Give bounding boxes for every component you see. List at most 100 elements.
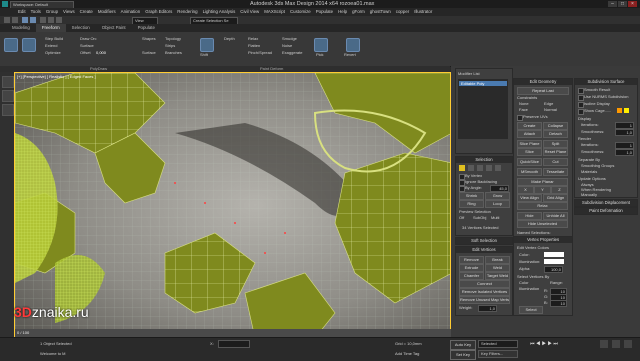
ribbon-optimize[interactable]: Optimize [45, 50, 61, 55]
menu-item[interactable]: Animation [121, 8, 141, 16]
menu-item[interactable]: Modifiers [98, 8, 116, 16]
move-icon[interactable] [40, 17, 46, 23]
rotate-icon[interactable] [48, 17, 54, 23]
shift-icon[interactable] [200, 38, 214, 52]
edit-geometry-header[interactable]: Edit Geometry [514, 79, 572, 85]
extrude-button[interactable]: Extrude [459, 264, 484, 272]
ribbon-surface[interactable]: Surface [142, 50, 156, 55]
timeline-slider[interactable]: 0 / 100 [15, 329, 451, 337]
make-planar-button[interactable]: Make Planar [517, 178, 568, 186]
illumination-radio[interactable]: Illumination [519, 286, 539, 291]
menu-item[interactable]: Tools [31, 8, 41, 16]
menu-item[interactable]: Edit [18, 8, 26, 16]
preview-off-radio[interactable]: Off [459, 215, 464, 220]
ring-button[interactable]: Ring [459, 200, 484, 208]
preview-multi-radio[interactable]: Multi [491, 215, 499, 220]
ribbon-step-build[interactable]: Step Build [45, 36, 63, 41]
manually-radio[interactable]: Manually [581, 192, 597, 197]
menu-item[interactable]: gForm [352, 8, 365, 16]
vertex-color-swatch[interactable] [544, 252, 564, 257]
unhide-all-button[interactable]: Unhide All [543, 212, 568, 220]
cage-color-swatch[interactable] [617, 108, 622, 113]
ribbon-tab[interactable]: Object Paint [96, 24, 132, 32]
msmooth-button[interactable]: MSmooth [517, 168, 542, 176]
grow-button[interactable]: Grow [485, 192, 510, 200]
cage-selected-color-swatch[interactable] [624, 108, 629, 113]
tessellate-button[interactable]: Tessellate [543, 168, 568, 176]
paint-deformation-rollout[interactable]: Paint Deformation [574, 207, 638, 215]
chamfer-button[interactable]: Chamfer [459, 272, 484, 280]
preview-subobj-radio[interactable]: SubObj [473, 215, 486, 220]
ribbon-depth[interactable]: Depth [224, 36, 235, 41]
quickslice-button[interactable]: QuickSlice [517, 158, 542, 166]
split-button[interactable]: Split [543, 140, 568, 148]
render-iterations-spinner[interactable]: 1 [615, 142, 634, 149]
planar-x-button[interactable]: X [517, 186, 534, 194]
create-button[interactable]: Create [517, 122, 542, 130]
hide-selected-button[interactable]: Hide Selected [517, 212, 542, 224]
collapse-button[interactable]: Collapse [543, 122, 568, 130]
select-button[interactable]: Select [519, 306, 543, 314]
detach-button[interactable]: Detach [543, 130, 568, 138]
hide-unselected-button[interactable]: Hide Unselected [517, 220, 568, 228]
shrink-button[interactable]: Shrink [459, 192, 484, 200]
ribbon-topology[interactable]: Topology [165, 36, 181, 41]
menu-item[interactable]: Group [46, 8, 58, 16]
undo-icon[interactable] [4, 17, 10, 23]
ribbon-extend[interactable]: Extend [45, 43, 57, 48]
relax-button[interactable]: Relax [517, 202, 568, 210]
add-time-tag[interactable]: Add Time Tag [395, 351, 419, 356]
subdivision-displacement-rollout[interactable]: Subdivision Displacement [574, 199, 638, 207]
planar-y-button[interactable]: Y [534, 186, 551, 194]
menu-item[interactable]: Graph Editors [145, 8, 172, 16]
orbit-icon[interactable] [624, 340, 632, 348]
vertex-mode-icon[interactable] [459, 165, 465, 171]
x-coordinate-field[interactable] [218, 340, 250, 348]
app-logo-icon[interactable] [2, 1, 8, 7]
border-mode-icon[interactable] [477, 165, 483, 171]
perspective-viewport[interactable]: [+] [Perspective] [ Realistic ] [ Edged … [14, 72, 451, 337]
ribbon-exaggerate[interactable]: Exaggerate [282, 50, 302, 55]
subdivision-displacement-header[interactable]: Subdivision Displacement [575, 200, 637, 206]
select-region-icon[interactable] [30, 17, 36, 23]
element-mode-icon[interactable] [495, 165, 501, 171]
paint-deformation-header[interactable]: Paint Deformation [575, 208, 637, 214]
minimize-button[interactable]: – [608, 1, 617, 7]
ribbon-pick[interactable]: Pick [316, 52, 324, 57]
ribbon-relax[interactable]: Relax [248, 36, 258, 41]
angle-spinner[interactable]: 45,0 [490, 185, 509, 192]
ribbon-revert[interactable]: Revert [344, 52, 356, 57]
weight-spinner[interactable]: 1,0 [478, 305, 497, 312]
close-button[interactable]: × [628, 1, 637, 7]
ribbon-shift[interactable]: Shift [200, 52, 208, 57]
slice-button[interactable]: Slice [517, 148, 542, 156]
extend-icon[interactable] [22, 38, 36, 52]
constraint-face[interactable]: Face [519, 107, 528, 112]
modifier-list-label[interactable]: Modifier List [458, 71, 480, 76]
key-mode-dropdown[interactable]: Selected [478, 340, 518, 348]
viewport-label[interactable]: [+] [Perspective] [ Realistic ] [ Edged … [17, 74, 96, 79]
select-object-icon[interactable] [22, 17, 28, 23]
slice-plane-button[interactable]: Slice Plane [517, 140, 542, 148]
connect-button[interactable]: Connect [459, 280, 510, 288]
target-weld-button[interactable]: Target Weld [485, 272, 510, 280]
tool-icon[interactable] [2, 104, 14, 116]
offset-value[interactable]: 0,000 [96, 50, 106, 55]
polygon-mode-icon[interactable] [486, 165, 492, 171]
revert-icon[interactable] [346, 38, 360, 52]
soft-selection-header[interactable]: Soft Selection [456, 238, 512, 244]
menu-item[interactable]: Illustrator [414, 8, 432, 16]
menu-item[interactable]: Customize [290, 8, 311, 16]
pick-icon[interactable] [314, 38, 328, 52]
ribbon-flatten[interactable]: Flatten [248, 43, 260, 48]
menu-item[interactable]: MAXScript [264, 8, 285, 16]
menu-item[interactable]: Lighting Analysis [203, 8, 236, 16]
subdivision-surface-header[interactable]: Subdivision Surface [575, 79, 637, 85]
tool-icon[interactable] [2, 76, 14, 88]
ribbon-shapes[interactable]: Shapes [142, 36, 156, 41]
ribbon-surface-dropdown[interactable]: Surface [80, 43, 94, 48]
zoom-icon[interactable] [600, 340, 608, 348]
illumination-swatch[interactable] [544, 259, 564, 264]
menu-item[interactable]: Rendering [177, 8, 197, 16]
ribbon-smudge[interactable]: Smudge [282, 36, 297, 41]
